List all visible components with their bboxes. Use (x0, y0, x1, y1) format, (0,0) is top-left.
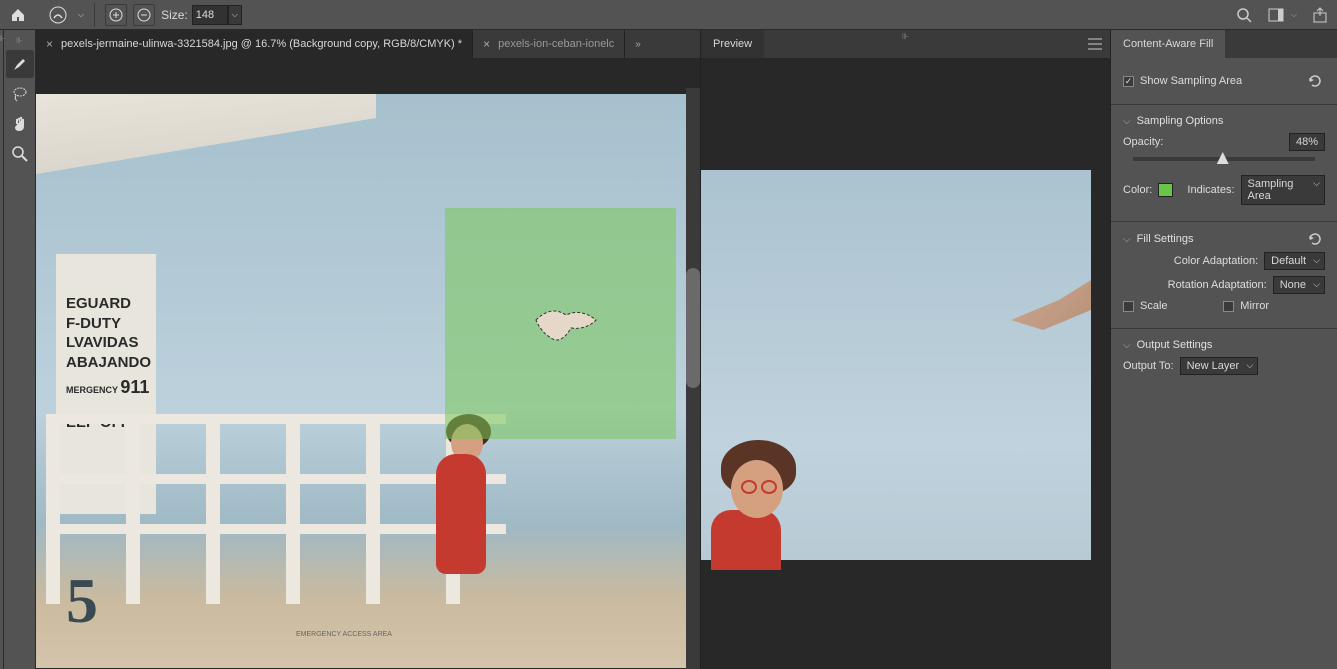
preview-canvas[interactable] (701, 58, 1110, 669)
separator (94, 3, 95, 27)
reset-icon[interactable] (1307, 74, 1325, 88)
output-to-label: Output To: (1123, 360, 1174, 372)
document-area: × pexels-jermaine-ulinwa-3321584.jpg @ 1… (36, 30, 700, 669)
tab-content-aware-fill[interactable]: Content-Aware Fill (1111, 30, 1225, 58)
document-tabs: × pexels-jermaine-ulinwa-3321584.jpg @ 1… (36, 30, 700, 58)
chevron-down-icon: ⌵ (1123, 340, 1131, 351)
rotation-adaptation-label: Rotation Adaptation: (1168, 279, 1267, 291)
size-input[interactable] (192, 5, 228, 25)
lasso-tool[interactable] (6, 80, 34, 108)
show-sampling-checkbox[interactable] (1123, 76, 1134, 87)
selection-bird (531, 300, 601, 350)
show-sampling-label: Show Sampling Area (1140, 75, 1242, 87)
indicates-label: Indicates: (1187, 184, 1234, 196)
scale-checkbox[interactable] (1123, 301, 1134, 312)
chevron-down-icon: ⌵ (1123, 116, 1131, 127)
left-collapsed-panel[interactable]: ⊪ (0, 30, 4, 669)
brush-add-button[interactable] (105, 4, 127, 26)
options-bar: ⌵ Size: ⌵ ⌵ (0, 0, 1337, 30)
section-fill-settings[interactable]: ⌵ Fill Settings (1123, 232, 1325, 246)
output-to-dropdown[interactable]: New Layer (1180, 357, 1259, 375)
document-tab-active[interactable]: × pexels-jermaine-ulinwa-3321584.jpg @ 1… (36, 30, 473, 58)
brush-subtract-button[interactable] (133, 4, 155, 26)
share-icon[interactable] (1311, 6, 1329, 24)
search-icon[interactable] (1235, 6, 1253, 24)
sampling-brush-tool[interactable] (6, 50, 34, 78)
chevron-down-icon: ⌵ (1123, 234, 1131, 245)
tower-number: 5 (66, 564, 98, 638)
size-dropdown-icon[interactable]: ⌵ (228, 5, 242, 25)
opacity-label: Opacity: (1123, 136, 1163, 148)
access-sign: EMERGENCY ACCESS AREA (296, 631, 392, 638)
home-icon[interactable] (8, 5, 28, 25)
color-adaptation-label: Color Adaptation: (1174, 255, 1258, 267)
section-sampling-options[interactable]: ⌵ Sampling Options (1123, 115, 1325, 127)
preview-panel: ⊪ Preview (700, 30, 1110, 669)
close-icon[interactable]: × (46, 37, 53, 51)
zoom-tool[interactable] (6, 140, 34, 168)
grip-icon[interactable]: ⊪ (4, 36, 35, 48)
mirror-checkbox[interactable] (1223, 301, 1234, 312)
canvas-image: EGUARD F-DUTY LVAVIDAS ABAJANDO MERGENCY… (36, 94, 686, 668)
vertical-scrollbar[interactable] (686, 88, 700, 669)
canvas[interactable]: EGUARD F-DUTY LVAVIDAS ABAJANDO MERGENCY… (36, 58, 700, 669)
opacity-slider[interactable] (1133, 157, 1315, 161)
preview-image (701, 170, 1091, 560)
brush-preview-icon[interactable] (46, 5, 76, 25)
close-icon[interactable]: × (483, 37, 490, 51)
opacity-value[interactable]: 48% (1289, 133, 1325, 151)
chevron-down-icon[interactable]: ⌵ (1291, 10, 1297, 20)
tab-title: pexels-jermaine-ulinwa-3321584.jpg @ 16.… (61, 38, 462, 50)
tool-sidebar: ⊪ (4, 30, 36, 669)
workspace-icon[interactable] (1267, 6, 1285, 24)
rotation-adaptation-dropdown[interactable]: None (1273, 276, 1325, 294)
indicates-dropdown[interactable]: Sampling Area (1241, 175, 1325, 205)
size-label: Size: (161, 8, 188, 22)
color-label: Color: (1123, 184, 1152, 196)
mirror-label: Mirror (1240, 300, 1269, 312)
hand-tool[interactable] (6, 110, 34, 138)
wall-sign-text: EGUARD F-DUTY LVAVIDAS ABAJANDO MERGENCY… (66, 294, 151, 433)
chevron-down-icon[interactable]: ⌵ (78, 10, 84, 20)
document-tab-inactive[interactable]: × pexels-ion-ceban-ionelc (473, 30, 625, 58)
color-swatch[interactable] (1158, 183, 1173, 197)
color-adaptation-dropdown[interactable]: Default (1264, 252, 1325, 270)
reset-icon[interactable] (1307, 232, 1325, 246)
section-output-settings[interactable]: ⌵ Output Settings (1123, 339, 1325, 351)
tabs-overflow-icon[interactable]: » (629, 39, 647, 50)
scale-label: Scale (1140, 300, 1168, 312)
content-aware-fill-panel: Content-Aware Fill Show Sampling Area ⌵ … (1110, 30, 1337, 669)
tab-title: pexels-ion-ceban-ionelc (498, 38, 614, 50)
